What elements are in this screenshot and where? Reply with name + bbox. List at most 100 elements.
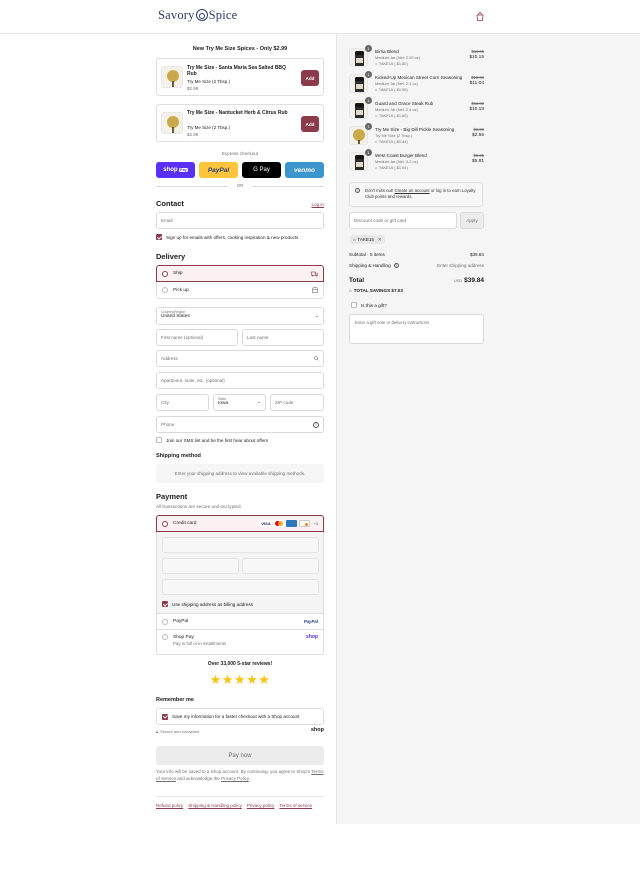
express-checkout-label: Express checkout: [221, 151, 259, 156]
expiration-field[interactable]: [162, 558, 239, 574]
radio-selected[interactable]: [162, 270, 168, 277]
cart-item-variant: Medium Jar (Net: 2.25 oz): [375, 55, 420, 60]
login-link[interactable]: Log in: [300, 202, 324, 207]
name-on-card-field[interactable]: [162, 579, 319, 595]
gift-option[interactable]: Is this a gift?: [351, 302, 387, 308]
add-button[interactable]: Add: [301, 70, 319, 86]
last-name-field[interactable]: Last name: [242, 329, 324, 346]
state-select[interactable]: State Iowa ⌄: [213, 394, 266, 411]
quantity-badge: 1: [365, 45, 372, 52]
info-icon: i: [355, 188, 360, 193]
email-signup-option[interactable]: Sign up for emails with offers, cooking …: [156, 234, 298, 240]
shipping-policy-link[interactable]: Shipping & Handling policy: [188, 803, 242, 808]
country-value: United States: [161, 314, 190, 319]
cart-item-discount: ⌂ TAKE15 (-$1.95): [375, 87, 408, 92]
sms-label: Join our SMS list and be the first hear …: [166, 437, 269, 443]
upsell-item-price: $2.99: [187, 132, 199, 137]
cart-item-original-price: $11.99: [471, 101, 485, 106]
phone-field[interactable]: Phone ?: [156, 416, 324, 433]
create-account-link[interactable]: Create an account: [395, 188, 430, 193]
paypal-option[interactable]: PayPal PayPal: [156, 614, 324, 630]
address-placeholder: Address: [161, 356, 178, 361]
discount-code-field[interactable]: Discount code or gift card: [349, 212, 457, 229]
billing-same-option[interactable]: Use shipping address as billing address: [162, 601, 253, 607]
cart-item-discount-label: TAKE15 (-$1.80): [378, 113, 408, 118]
star-icon: ★: [233, 672, 246, 687]
shipping-value: Enter shipping address: [437, 263, 484, 268]
amex-icon: [286, 520, 298, 527]
credit-card-option[interactable]: Credit card VISA +4: [156, 515, 324, 532]
country-select[interactable]: Country/Region United States ⌄: [156, 307, 324, 325]
discount-tag: ⌂ TAKE15 ✕: [350, 235, 385, 244]
cart-item-discount-label: TAKE15 (-$1.04): [378, 165, 408, 170]
radio-unselected[interactable]: [162, 634, 168, 640]
shop-pay-option[interactable]: Shop Pay shop Pay in full or in installm…: [156, 630, 324, 655]
ship-label: Ship: [173, 271, 183, 276]
add-button[interactable]: Add: [301, 116, 319, 132]
privacy-link[interactable]: Privacy Policy: [221, 776, 249, 781]
tag-icon: ⌂: [375, 87, 378, 92]
ship-option[interactable]: Ship: [156, 265, 324, 282]
shop-logo: shop: [310, 727, 324, 733]
terms-of-service-link[interactable]: Terms of service: [279, 803, 312, 808]
brand-logo[interactable]: Savory Spice: [158, 8, 237, 23]
shopping-bag-icon[interactable]: [476, 12, 484, 21]
shop-pay-button[interactable]: shop Pay: [156, 162, 195, 178]
privacy-policy-link[interactable]: Privacy policy: [247, 803, 275, 808]
paypal-label: PayPal: [173, 619, 189, 624]
radio-unselected[interactable]: [162, 618, 168, 625]
discount-tag-label: TAKE15: [357, 237, 374, 242]
paypal-button[interactable]: PayPal: [199, 162, 238, 178]
currency-code: USD: [454, 278, 463, 283]
cart-item-name: West Coast Burger Blend: [375, 153, 427, 158]
sms-option[interactable]: Join our SMS list and be the first hear …: [156, 437, 268, 443]
help-icon[interactable]: ?: [313, 421, 319, 428]
pickup-option[interactable]: Pick up: [156, 282, 324, 299]
checkbox-checked[interactable]: [162, 713, 168, 720]
cart-item-price: $11.04: [469, 81, 484, 86]
radio-unselected[interactable]: [162, 287, 168, 293]
save-info-option[interactable]: Save my information for a faster checkou…: [156, 708, 324, 725]
product-thumbnail: [161, 112, 183, 134]
cart-item-variant: Medium Jar (Net: 2.4 oz): [375, 107, 418, 112]
google-pay-button[interactable]: G Pay: [242, 162, 281, 178]
checkbox-checked[interactable]: [156, 234, 162, 240]
venmo-button[interactable]: venmo: [285, 162, 324, 178]
remove-discount-icon[interactable]: ✕: [378, 237, 382, 243]
loyalty-text: Don't miss out! Create an account or log…: [365, 188, 479, 200]
help-icon[interactable]: ?: [393, 263, 399, 268]
delivery-heading: Delivery: [156, 252, 186, 261]
checkbox-unchecked[interactable]: [156, 437, 162, 443]
address-field[interactable]: Address: [156, 350, 324, 367]
gift-note-field[interactable]: Enter a gift note or delivery instructio…: [349, 314, 484, 344]
loyalty-pre: Don't miss out!: [365, 188, 394, 193]
quantity-badge: 1: [365, 97, 372, 104]
legal-text-1: Your info will be saved to a Shop accoun…: [156, 769, 311, 774]
subtotal-value: $39.84: [469, 252, 484, 257]
refund-policy-link[interactable]: Refund policy: [156, 803, 183, 808]
shop-logo: shop: [306, 634, 318, 640]
security-code-field[interactable]: [242, 558, 319, 574]
checkbox-checked[interactable]: [162, 601, 168, 607]
radio-selected[interactable]: [162, 520, 168, 527]
cart-item-variant: Try Me Size (2 Tbsp.): [375, 133, 413, 138]
city-field[interactable]: City: [156, 394, 209, 411]
credit-card-label: Credit card: [173, 521, 197, 526]
phone-placeholder: Phone: [161, 422, 175, 427]
zip-field[interactable]: ZIP code: [270, 394, 324, 411]
tag-icon: ⌂: [375, 113, 378, 118]
cart-item-discount: ⌂ TAKE15 (-$1.80): [375, 61, 408, 66]
apartment-field[interactable]: Apartment, suite, etc. (optional): [156, 372, 324, 389]
brand-name-left: Savory: [158, 8, 195, 22]
email-field[interactable]: Email: [156, 212, 324, 229]
first-name-field[interactable]: First name (optional): [156, 329, 238, 346]
checkbox-unchecked[interactable]: [351, 302, 357, 308]
star-icon: ★: [246, 672, 258, 687]
cart-item-discount-label: TAKE15 (-$1.95): [378, 87, 408, 92]
cart-line-item: 1 Birria Blend Medium Jar (Net: 2.25 oz)…: [349, 45, 484, 71]
total-savings: ⌂ TOTAL SAVINGS $7.03: [349, 288, 403, 293]
cart-item-price: $10.19: [469, 107, 484, 112]
apply-button[interactable]: Apply: [460, 212, 484, 229]
pay-now-button[interactable]: Pay now: [156, 746, 324, 765]
card-number-field[interactable]: [162, 537, 319, 553]
